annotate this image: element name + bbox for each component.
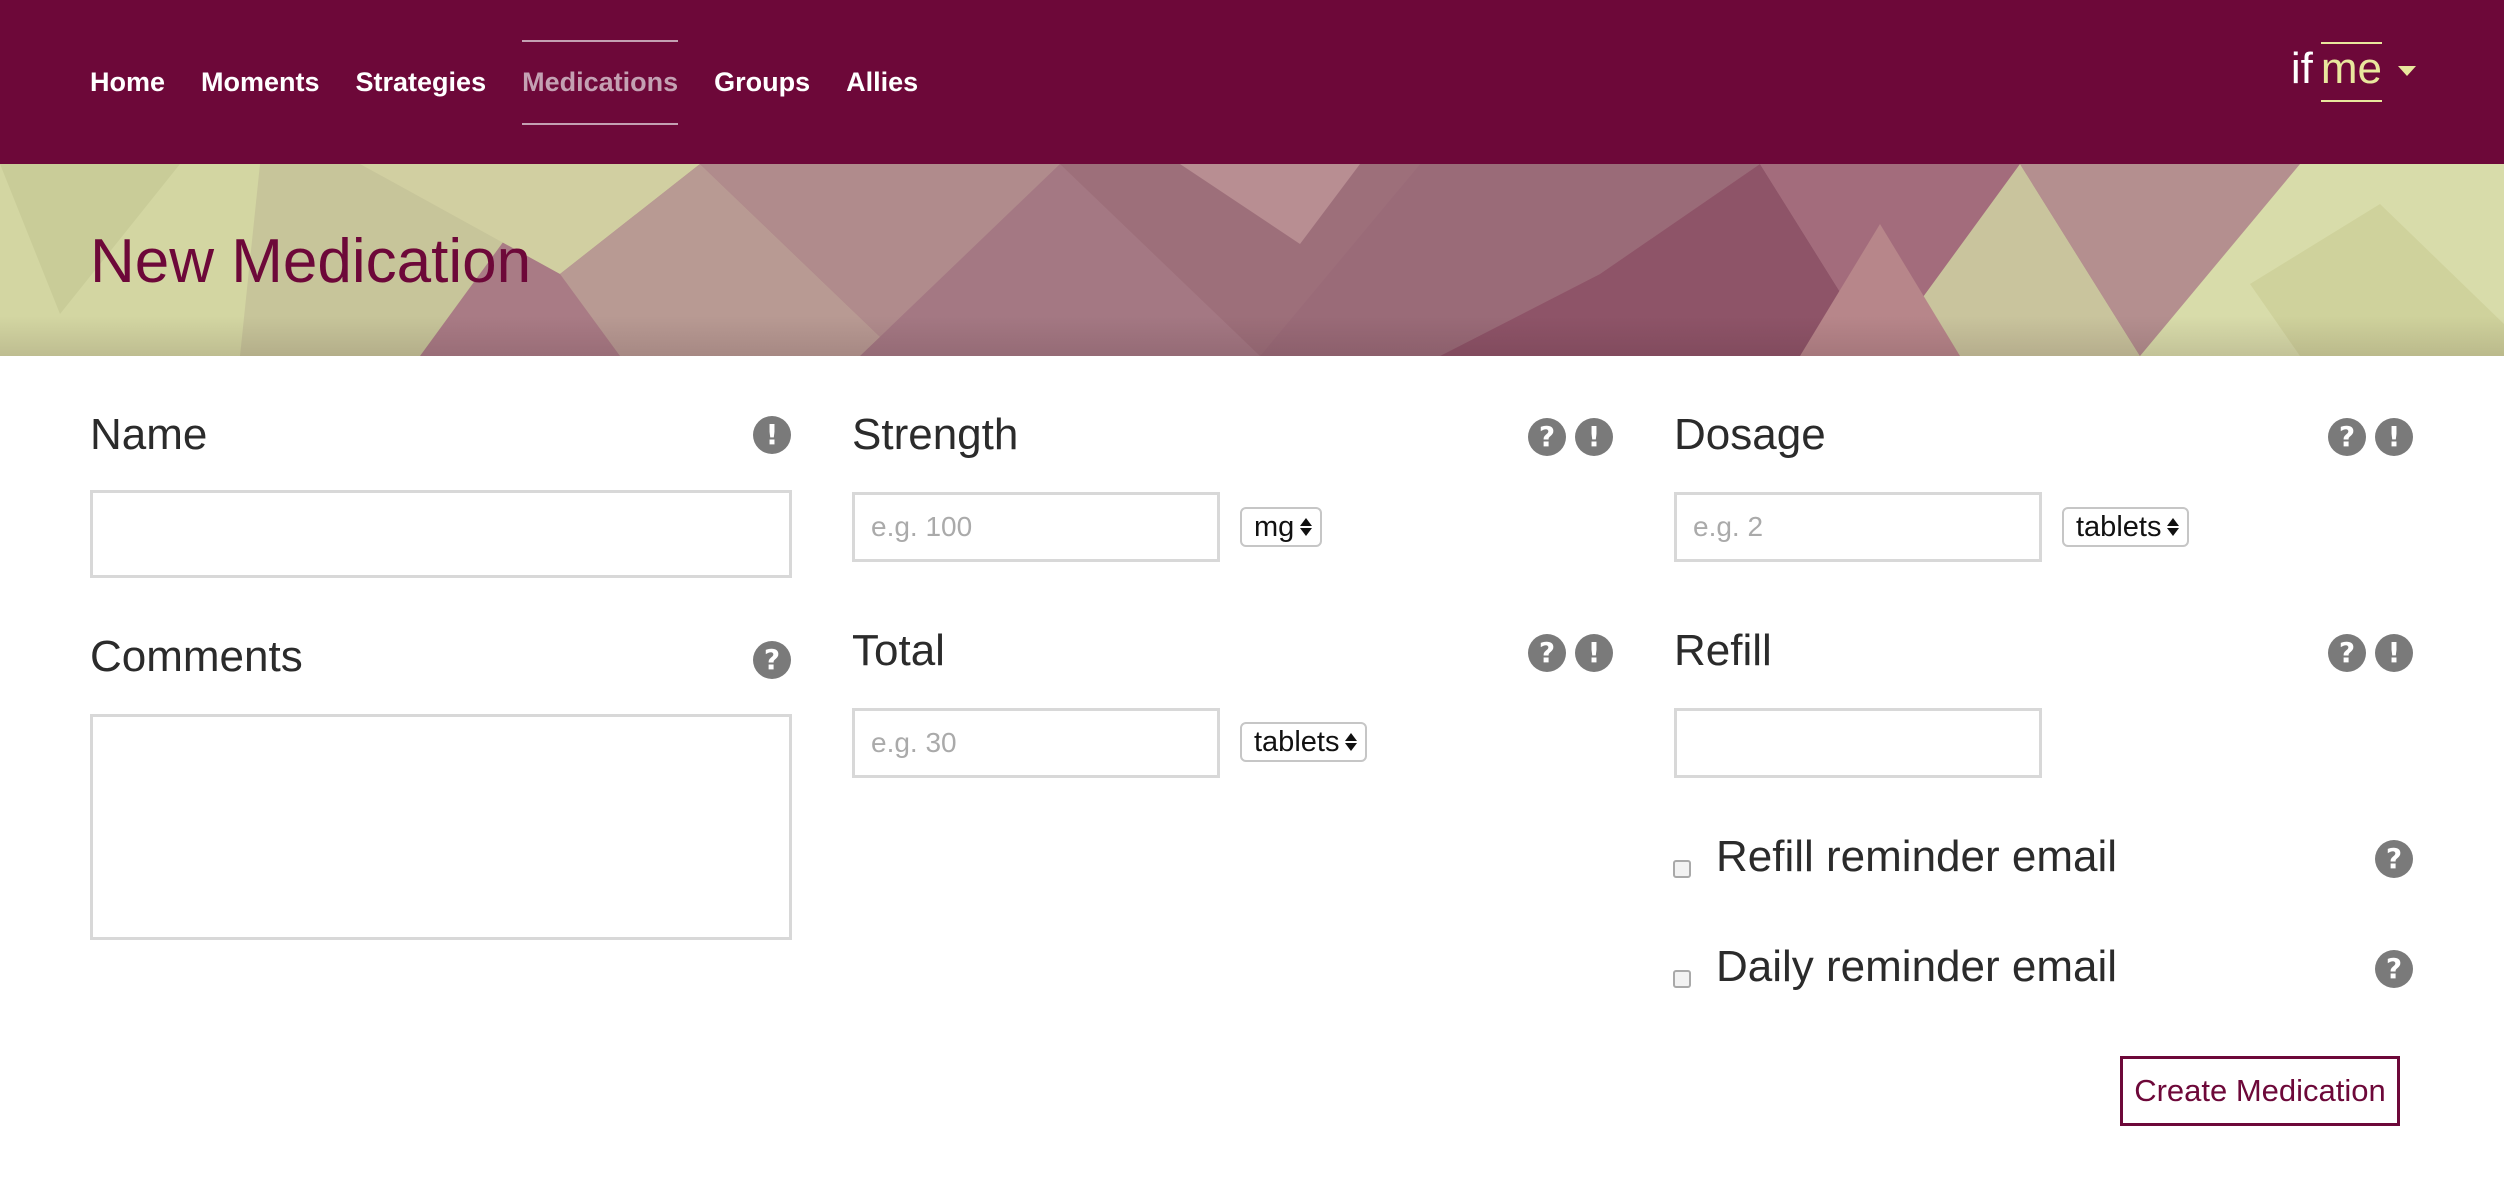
total-label: Total (852, 626, 945, 675)
total-input[interactable]: e.g. 30 (852, 708, 1220, 778)
nav-link-allies[interactable]: Allies (846, 55, 918, 110)
nav-link-strategies[interactable]: Strategies (356, 55, 487, 110)
comments-textarea[interactable] (90, 714, 792, 940)
brand-logo-if: if (2290, 44, 2313, 93)
caret-down-icon[interactable] (2398, 66, 2416, 76)
top-navbar: Home Moments Strategies Medications Grou… (0, 0, 2504, 164)
select-arrows-icon (1345, 733, 1358, 751)
name-label: Name (90, 410, 208, 459)
question-icon[interactable]: ? (2328, 418, 2366, 456)
page-header-banner: New Medication (0, 164, 2504, 356)
question-icon[interactable]: ? (2375, 950, 2413, 988)
question-icon[interactable]: ? (753, 641, 791, 679)
nav-links: Home Moments Strategies Medications Grou… (90, 0, 954, 164)
refill-date-input[interactable] (1674, 708, 2042, 778)
comments-label: Comments (90, 632, 303, 681)
total-unit-select[interactable]: tablets (1240, 722, 1368, 762)
exclamation-icon[interactable]: ! (2375, 418, 2413, 456)
strength-unit-select[interactable]: mg (1240, 507, 1323, 547)
strength-input[interactable]: e.g. 100 (852, 492, 1220, 562)
dosage-unit-select[interactable]: tablets (2062, 507, 2190, 547)
daily-reminder-label[interactable]: Daily reminder email (1716, 942, 2117, 992)
dosage-label: Dosage (1674, 410, 1826, 459)
total-unit-value: tablets (1254, 725, 1340, 758)
select-arrows-icon (2167, 518, 2180, 536)
banner-shade (0, 316, 2504, 356)
select-arrows-icon (1300, 518, 1313, 536)
nav-link-home[interactable]: Home (90, 55, 165, 110)
daily-reminder-checkbox[interactable] (1673, 970, 1691, 988)
page-title: New Medication (90, 227, 532, 296)
question-icon[interactable]: ? (1528, 418, 1566, 456)
dosage-input[interactable]: e.g. 2 (1674, 492, 2042, 562)
strength-label: Strength (852, 410, 1019, 459)
exclamation-icon[interactable]: ! (2375, 634, 2413, 672)
question-icon[interactable]: ? (1528, 634, 1566, 672)
exclamation-icon[interactable]: ! (753, 416, 791, 454)
create-medication-button[interactable]: Create Medication (2120, 1056, 2400, 1126)
refill-label: Refill (1674, 626, 1772, 675)
strength-placeholder: e.g. 100 (871, 511, 973, 542)
nav-link-moments[interactable]: Moments (201, 55, 320, 110)
question-icon[interactable]: ? (2328, 634, 2366, 672)
dosage-unit-value: tablets (2076, 510, 2162, 543)
question-icon[interactable]: ? (2375, 840, 2413, 878)
exclamation-icon[interactable]: ! (1575, 634, 1613, 672)
brand-logo-me: me (2320, 42, 2383, 102)
refill-reminder-checkbox[interactable] (1673, 860, 1691, 878)
nav-link-medications[interactable]: Medications (522, 39, 679, 125)
nav-link-groups[interactable]: Groups (714, 55, 810, 110)
dosage-placeholder: e.g. 2 (1693, 511, 1764, 542)
total-placeholder: e.g. 30 (871, 727, 957, 758)
name-input[interactable] (90, 490, 792, 578)
brand-menu[interactable]: if me (2290, 42, 2416, 102)
exclamation-icon[interactable]: ! (1575, 418, 1613, 456)
refill-reminder-label[interactable]: Refill reminder email (1716, 832, 2117, 882)
strength-unit-value: mg (1254, 510, 1295, 543)
